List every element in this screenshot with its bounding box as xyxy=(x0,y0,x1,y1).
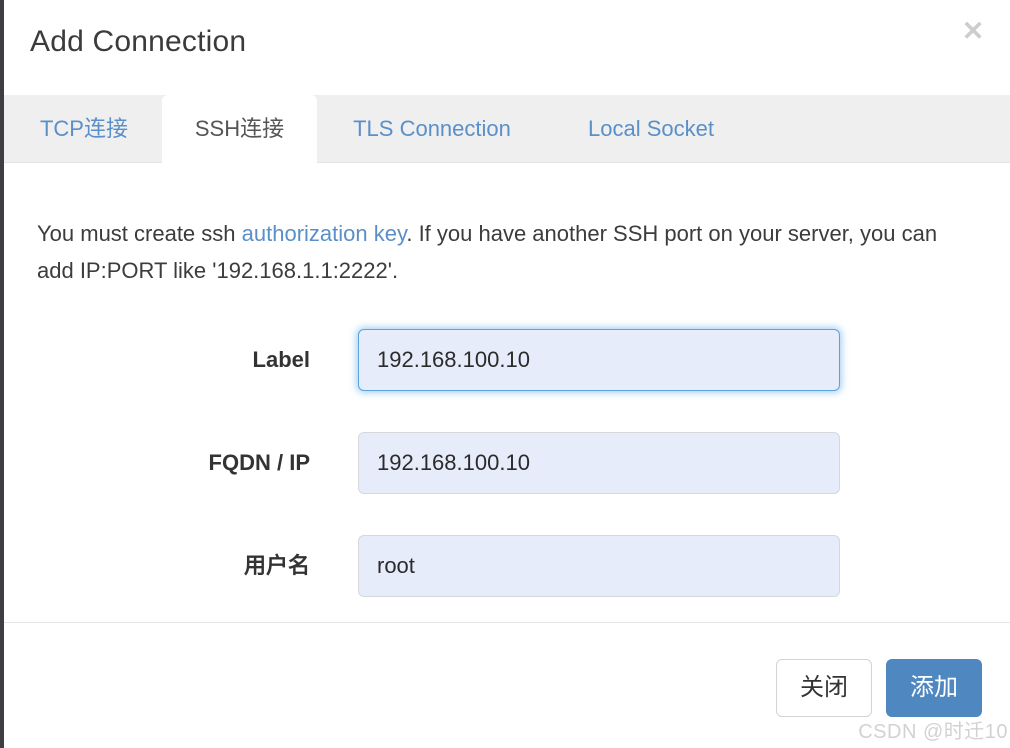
authorization-key-link[interactable]: authorization key xyxy=(242,221,407,246)
page-left-edge xyxy=(0,0,4,748)
help-text: You must create ssh authorization key. I… xyxy=(37,215,967,289)
add-connection-dialog: Add Connection ✕ TCP连接 SSH连接 TLS Connect… xyxy=(4,0,1010,748)
form-row-fqdn: FQDN / IP xyxy=(4,432,1010,494)
watermark: CSDN @时迁10 xyxy=(858,721,1008,743)
tab-tcp-connection[interactable]: TCP连接 xyxy=(8,95,160,163)
dialog-header: Add Connection ✕ xyxy=(4,0,1010,95)
dialog-footer: 关闭 添加 CSDN @时迁10 xyxy=(4,622,1010,748)
dialog-body: You must create ssh authorization key. I… xyxy=(4,163,1010,622)
close-button[interactable]: 关闭 xyxy=(776,659,872,717)
fqdn-input[interactable] xyxy=(358,432,840,494)
close-icon[interactable]: ✕ xyxy=(958,16,988,46)
username-field-label: 用户名 xyxy=(243,553,310,578)
tab-tls-connection[interactable]: TLS Connection xyxy=(321,95,543,163)
help-text-before: You must create ssh xyxy=(37,221,242,246)
tab-strip: TCP连接 SSH连接 TLS Connection Local Socket xyxy=(4,95,1010,163)
label-input[interactable] xyxy=(358,329,840,391)
label-field-label: Label xyxy=(252,347,310,372)
tab-local-socket[interactable]: Local Socket xyxy=(556,95,746,163)
fqdn-field-label: FQDN / IP xyxy=(208,450,310,475)
form-row-label: Label xyxy=(4,329,1010,391)
username-input[interactable] xyxy=(358,535,840,597)
tab-ssh-connection[interactable]: SSH连接 xyxy=(162,95,317,163)
form-row-username: 用户名 xyxy=(4,535,1010,597)
page-title: Add Connection xyxy=(30,25,247,58)
add-button[interactable]: 添加 xyxy=(886,659,982,717)
